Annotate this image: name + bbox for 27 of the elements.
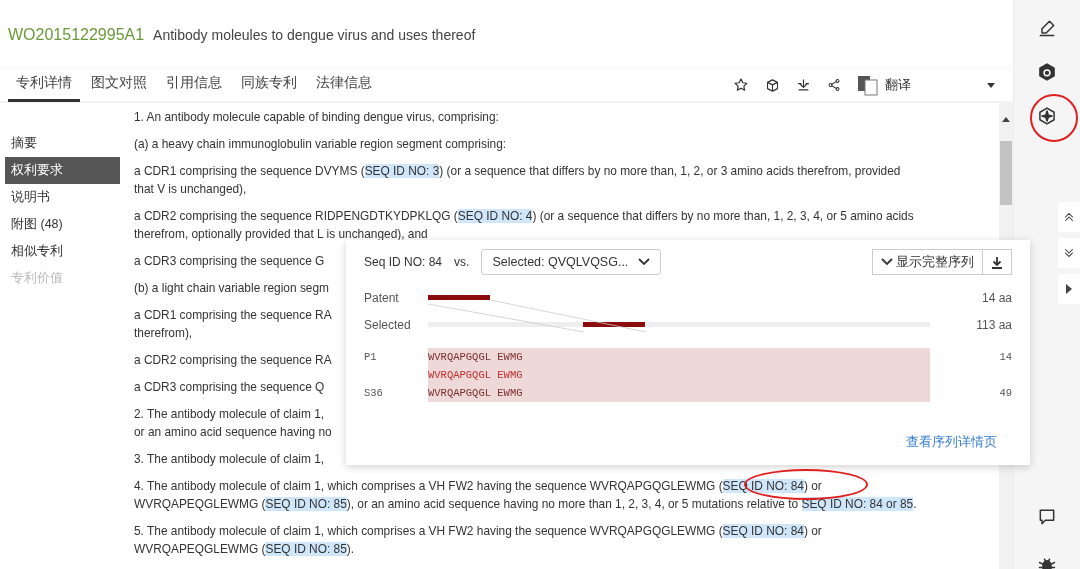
seq-id-label: Seq ID NO: 84 [364, 255, 443, 269]
claim-paragraph: a CDR1 comprising the sequence RA therefrom), [134, 307, 332, 342]
alignment-row-label: S36 [364, 387, 383, 399]
claim-paragraph: a CDR3 comprising the sequence Q [134, 379, 325, 396]
track-label: Patent [364, 290, 400, 305]
claim-paragraph: a CDR3 comprising the sequence G [134, 253, 325, 270]
claim-paragraph: (a) a heavy chain immunoglobulin variable region segment comprising: [134, 136, 507, 153]
patent-title: Antibody moleules to dengue virus and uses thereof [153, 27, 476, 43]
patent-number: WO2015122995A1 [8, 26, 145, 44]
claim-paragraph: (b) a light chain variable region segm [134, 280, 329, 297]
alignment-position: 49 [999, 387, 1012, 399]
aligned-sequence: WVRQAPGQGL EWMG [428, 387, 523, 399]
claim-paragraph: 1. An antibody molecule capable of binding dengue virus, comprising: [134, 109, 499, 126]
claim-paragraph: 3. The antibody molecule of claim 1, [134, 451, 325, 468]
aligned-sequence: WVRQAPGQGL EWMG [428, 369, 523, 381]
claim-paragraph: a CDR1 comprising the sequence DVYMS (SEQ ID NO: 3) (or a sequence that differs by no more than, 1, 2, or 3 amino acids therefrom, provided that V is unchanged), [134, 163, 901, 198]
aligned-sequence: WVRQAPGQGL EWMG [428, 351, 523, 363]
claim-paragraph: 2. The antibody molecule of claim 1, or an amino acid sequence having no [134, 406, 332, 441]
vs-label: vs. [454, 255, 470, 269]
sequence-length: 113 aa [976, 317, 1012, 332]
claim-paragraph: a CDR2 comprising the sequence RIDPENGDTKYDPKLQG (SEQ ID NO: 4) (or a sequence that differs by no more than, 1, 2, 3, 4, or 5 amino acids therefrom, optionally provided that L is unchanged), and [134, 208, 914, 243]
alignment-row-label: P1 [364, 351, 377, 363]
alignment-position: 14 [999, 351, 1012, 363]
track-label: Selected [364, 317, 412, 332]
claim-paragraph: 5. The antibody molecule of claim 1, which comprises a VH FW2 having the sequence WVRQAPGQGLEWMG (SEQ ID NO: 84) or WVRQAPEQGLEWMG (SEQ ID NO: 85). [134, 523, 822, 558]
claim-paragraph: a CDR2 comprising the sequence RA [134, 352, 332, 369]
sequence-length: 14 aa [981, 290, 1012, 305]
